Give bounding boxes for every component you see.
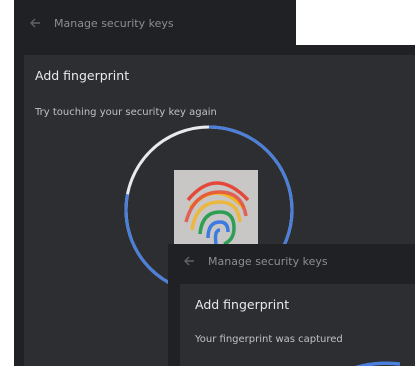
- dialog-message: Try touching your security key again: [35, 107, 217, 118]
- add-fingerprint-dialog: Add fingerprint Your fingerprint was cap…: [180, 284, 415, 366]
- page-header: Manage security keys: [168, 252, 415, 270]
- fingerprint-image: [174, 170, 258, 250]
- fingerprint-icon: [184, 181, 250, 246]
- back-arrow-icon[interactable]: [28, 16, 42, 30]
- dialog-title: Add fingerprint: [195, 297, 290, 312]
- page-header: Manage security keys: [14, 14, 296, 32]
- page-title: Manage security keys: [208, 254, 328, 268]
- page-title: Manage security keys: [54, 16, 174, 30]
- fingerprint-progress-ring: [354, 361, 401, 366]
- back-arrow-icon[interactable]: [182, 254, 196, 268]
- settings-window-captured: Manage security keys Add fingerprint You…: [168, 244, 415, 366]
- dialog-message: Your fingerprint was captured: [195, 334, 343, 345]
- dialog-title: Add fingerprint: [35, 68, 130, 83]
